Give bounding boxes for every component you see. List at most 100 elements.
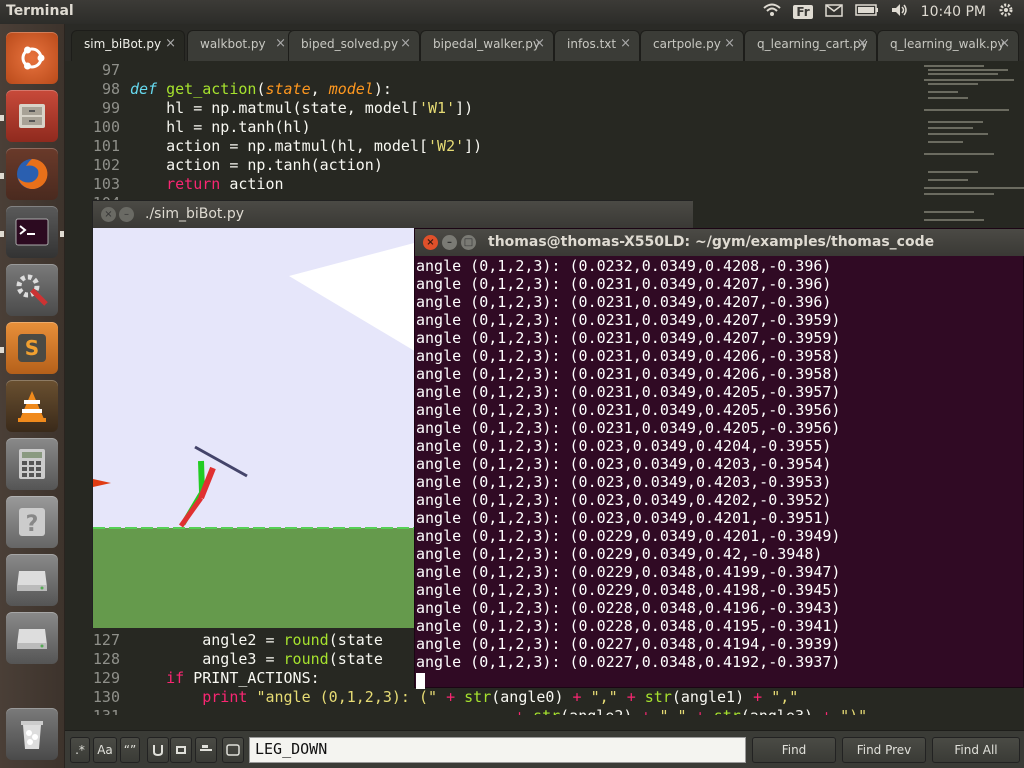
ubuntu-dash-icon[interactable] bbox=[6, 32, 58, 84]
window-title: thomas@thomas-X550LD: ~/gym/examples/tho… bbox=[488, 234, 935, 250]
terminal-line: angle (0,1,2,3): (0.0227,0.0348,0.4192,-… bbox=[416, 653, 841, 671]
line-number: 102 bbox=[92, 156, 120, 174]
line-number: 98 bbox=[101, 80, 120, 98]
minimize-window-icon[interactable]: – bbox=[119, 207, 134, 222]
tab-label: infos.txt bbox=[567, 37, 617, 51]
tab-biped-solved[interactable]: biped_solved.py × bbox=[288, 30, 420, 61]
top-panel: Terminal Fr 10:40 PM bbox=[0, 0, 1024, 24]
terminal-cursor bbox=[416, 672, 425, 689]
terminal-line: angle (0,1,2,3): (0.0231,0.0349,0.4205,-… bbox=[416, 401, 841, 419]
tab-label: bipedal_walker.py bbox=[433, 37, 541, 51]
tab-label: q_learning_cart.py bbox=[757, 37, 868, 51]
tab-sim-bibot[interactable]: sim_biBot.py × bbox=[71, 30, 185, 61]
code-line: hl = np.matmul(state, model['W1']) bbox=[130, 99, 474, 117]
close-icon[interactable]: × bbox=[999, 36, 1010, 51]
system-tray: Fr 10:40 PM bbox=[763, 0, 1014, 24]
close-window-icon[interactable]: × bbox=[423, 235, 438, 250]
drive-icon[interactable] bbox=[6, 612, 58, 664]
terminal-line: angle (0,1,2,3): (0.0231,0.0349,0.4206,-… bbox=[416, 347, 841, 365]
terminal-line: angle (0,1,2,3): (0.023,0.0349,0.4203,-0… bbox=[416, 473, 832, 491]
horizontal-scrollbar[interactable] bbox=[65, 715, 920, 729]
close-icon[interactable]: × bbox=[620, 36, 631, 51]
firefox-icon[interactable] bbox=[6, 148, 58, 200]
tab-walkbot[interactable]: walkbot.py × bbox=[187, 30, 295, 61]
terminal-line: angle (0,1,2,3): (0.0228,0.0348,0.4195,-… bbox=[416, 617, 841, 635]
close-icon[interactable]: × bbox=[400, 36, 411, 51]
editor-tab-bar: sim_biBot.py × walkbot.py × biped_solved.p… bbox=[65, 24, 1024, 61]
clock[interactable]: 10:40 PM bbox=[921, 4, 986, 20]
terminal-line: angle (0,1,2,3): (0.0229,0.0348,0.4199,-… bbox=[416, 563, 841, 581]
terminal-line: angle (0,1,2,3): (0.0229,0.0348,0.4198,-… bbox=[416, 581, 841, 599]
terminal-line: angle (0,1,2,3): (0.0232,0.0349,0.4208,-… bbox=[416, 257, 832, 275]
tab-bipedal-walker[interactable]: bipedal_walker.py × bbox=[420, 30, 554, 61]
battery-icon[interactable] bbox=[854, 4, 879, 20]
find-button[interactable]: Find bbox=[752, 737, 836, 763]
loop-icon bbox=[176, 746, 186, 754]
tab-label: cartpole.py bbox=[653, 37, 721, 51]
files-icon[interactable] bbox=[6, 90, 58, 142]
highlight-matches-button[interactable] bbox=[195, 737, 217, 763]
context-icon bbox=[226, 744, 240, 756]
find-all-button[interactable]: Find All bbox=[932, 737, 1020, 763]
code-line: action = np.matmul(hl, model['W2']) bbox=[130, 137, 483, 155]
line-number: 128 bbox=[92, 650, 120, 668]
terminal-window[interactable]: × – □ thomas@thomas-X550LD: ~/gym/exampl… bbox=[414, 228, 1024, 689]
terminal-line: angle (0,1,2,3): (0.0228,0.0348,0.4196,-… bbox=[416, 599, 841, 617]
window-titlebar[interactable]: × – ./sim_biBot.py bbox=[93, 201, 693, 228]
case-sensitive-button[interactable]: Aa bbox=[93, 737, 117, 763]
tab-cartpole[interactable]: cartpole.py × bbox=[640, 30, 744, 61]
close-icon[interactable]: × bbox=[534, 36, 545, 51]
tab-q-learning-walk[interactable]: q_learning_walk.py × bbox=[877, 30, 1019, 61]
show-context-button[interactable] bbox=[222, 737, 244, 763]
trash-icon[interactable] bbox=[6, 708, 58, 760]
mail-icon[interactable] bbox=[824, 3, 843, 21]
sublime-icon[interactable]: S bbox=[6, 322, 58, 374]
terminal-line: angle (0,1,2,3): (0.0231,0.0349,0.4207,-… bbox=[416, 311, 841, 329]
tab-infos[interactable]: infos.txt × bbox=[554, 30, 640, 61]
code-line: hl = np.tanh(hl) bbox=[130, 118, 311, 136]
line-number: 100 bbox=[92, 118, 120, 136]
terminal-prompt-line[interactable] bbox=[415, 671, 1024, 689]
running-indicator bbox=[0, 347, 4, 353]
wrap-button[interactable] bbox=[147, 737, 169, 763]
code-line: print "angle (0,1,2,3): (" + str(angle0)… bbox=[202, 688, 799, 706]
tab-label: q_learning_walk.py bbox=[890, 37, 1005, 51]
calculator-icon[interactable] bbox=[6, 438, 58, 490]
keyboard-layout-indicator[interactable]: Fr bbox=[793, 5, 813, 19]
minimize-window-icon[interactable]: – bbox=[442, 235, 457, 250]
tab-q-learning-cart[interactable]: q_learning_cart.py × bbox=[744, 30, 877, 61]
vlc-icon[interactable] bbox=[6, 380, 58, 432]
window-titlebar[interactable]: × – □ thomas@thomas-X550LD: ~/gym/exampl… bbox=[415, 229, 1024, 256]
close-icon[interactable]: × bbox=[857, 36, 868, 51]
terminal-line: angle (0,1,2,3): (0.023,0.0349,0.4203,-0… bbox=[416, 455, 832, 473]
terminal-line: angle (0,1,2,3): (0.0227,0.0348,0.4194,-… bbox=[416, 635, 841, 653]
whole-word-button[interactable]: “” bbox=[120, 737, 140, 763]
close-window-icon[interactable]: × bbox=[101, 207, 116, 222]
robot-thigh-left bbox=[198, 460, 205, 493]
terminal-icon[interactable] bbox=[6, 206, 58, 258]
terminal-line: angle (0,1,2,3): (0.0231,0.0349,0.4205,-… bbox=[416, 383, 841, 401]
find-prev-button[interactable]: Find Prev bbox=[842, 737, 926, 763]
line-number: 101 bbox=[92, 137, 120, 155]
wifi-icon[interactable] bbox=[763, 3, 781, 21]
tab-label: sim_biBot.py bbox=[84, 37, 162, 51]
settings-icon[interactable] bbox=[6, 264, 58, 316]
drive-icon[interactable] bbox=[6, 554, 58, 606]
close-icon[interactable]: × bbox=[275, 36, 286, 51]
terminal-line: angle (0,1,2,3): (0.0231,0.0349,0.4207,-… bbox=[416, 329, 841, 347]
close-icon[interactable]: × bbox=[165, 36, 176, 51]
terminal-output[interactable]: angle (0,1,2,3): (0.0232,0.0349,0.4208,-… bbox=[415, 257, 1024, 689]
terminal-line: angle (0,1,2,3): (0.023,0.0349,0.4201,-0… bbox=[416, 509, 832, 527]
regex-toggle-button[interactable]: .* bbox=[70, 737, 90, 763]
code-line: if PRINT_ACTIONS: bbox=[166, 669, 320, 687]
help-icon[interactable]: ? bbox=[6, 496, 58, 548]
code-line: return action bbox=[166, 175, 284, 193]
find-input[interactable]: LEG_DOWN bbox=[249, 737, 746, 763]
running-indicator bbox=[0, 231, 4, 237]
volume-icon[interactable] bbox=[891, 3, 909, 21]
line-number: 99 bbox=[101, 99, 120, 117]
close-icon[interactable]: × bbox=[724, 36, 735, 51]
in-selection-button[interactable] bbox=[170, 737, 192, 763]
power-gear-icon[interactable] bbox=[998, 2, 1014, 22]
maximize-window-icon[interactable]: □ bbox=[461, 235, 476, 250]
